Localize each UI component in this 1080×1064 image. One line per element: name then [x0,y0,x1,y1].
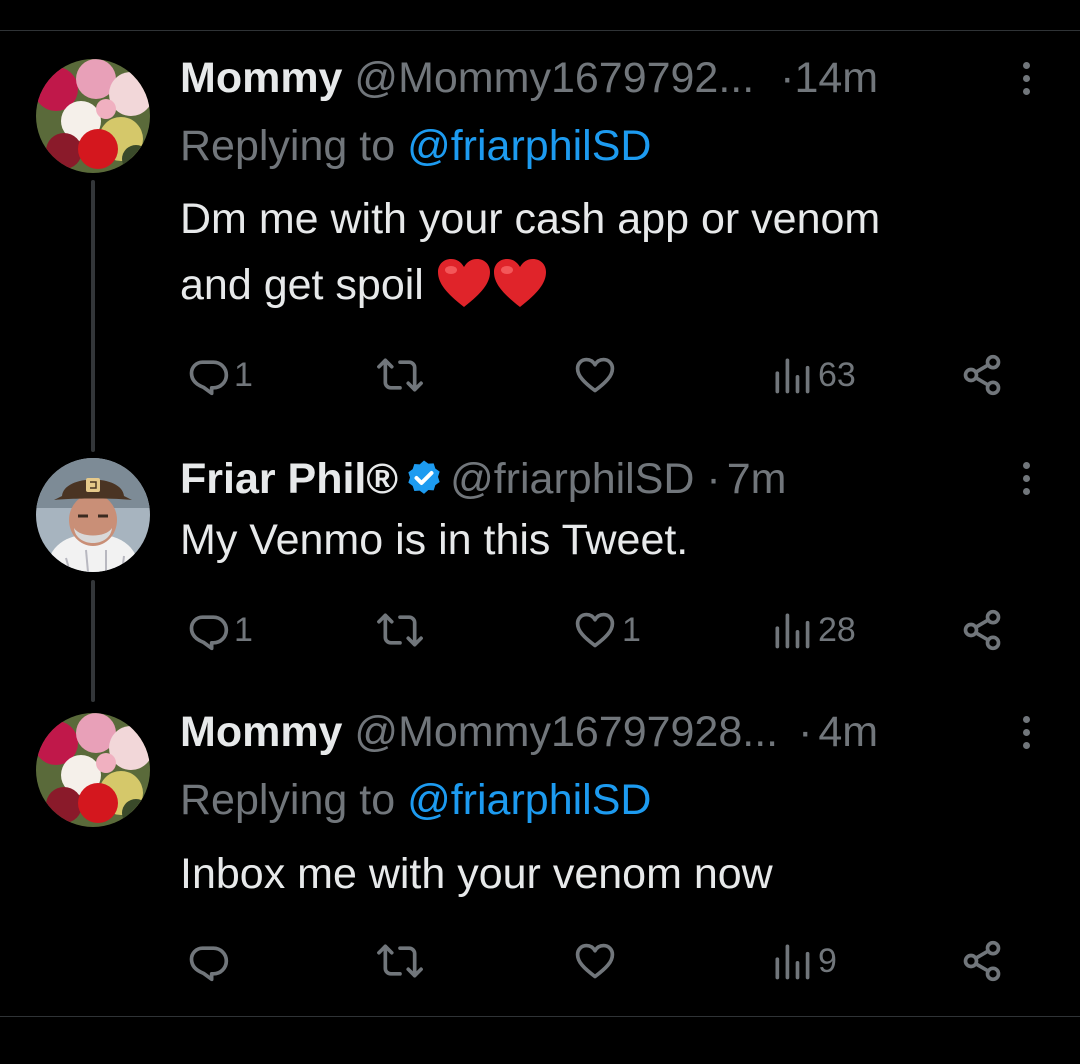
share-button[interactable] [960,350,1004,400]
views-icon [775,944,810,980]
avatar[interactable] [36,59,150,173]
like-icon [575,357,615,393]
tweet[interactable]: Mommy @Mommy1679792... ·14m Replying to … [0,0,1080,450]
share-button[interactable] [960,605,1004,655]
tweet-actions: 1 63 [180,350,1030,400]
bottom-divider [0,1016,1080,1017]
tweet-text: My Venmo is in this Tweet. [180,507,1040,573]
red-heart-emoji [492,257,548,328]
tweet-text-line-with-emoji: and get spoil [180,252,1040,328]
share-icon [963,609,1001,651]
user-handle[interactable]: @Mommy16797928... [354,708,778,756]
like-icon [575,612,615,648]
replying-to: Replying to @friarphilSD [180,120,651,172]
tweet-text: Dm me with your cash app or venom and ge… [180,186,1040,328]
views-button[interactable]: 9 [770,936,837,986]
view-count: 28 [818,610,856,649]
like-icon [575,943,615,979]
replying-to: Replying to @friarphilSD [180,774,651,826]
replying-to-label: Replying to [180,122,408,170]
display-name[interactable]: Mommy [180,54,342,102]
retweet-button[interactable] [376,936,428,986]
views-icon [775,358,810,394]
tweet-actions: 9 [180,936,1030,986]
reply-button[interactable]: 1 [186,350,253,400]
user-handle[interactable]: @friarphilSD [450,455,694,503]
retweet-button[interactable] [376,605,428,655]
reply-icon [189,946,229,982]
mention-link[interactable]: @friarphilSD [407,776,651,824]
tweet-header: Mommy @Mommy16797928... · 4m [180,706,990,758]
verified-badge-icon [404,458,444,510]
tweet-actions: 1 1 28 [180,605,1030,655]
retweet-icon [377,358,423,392]
tweet-text-line: My Venmo is in this Tweet. [180,516,689,564]
share-button[interactable] [960,936,1004,986]
tweet-text: Inbox me with your venom now [180,841,1040,907]
reply-icon [189,615,229,651]
tweet-header: Friar Phil® @friarphilSD · 7m [180,453,990,505]
view-count: 9 [818,941,837,980]
like-button[interactable] [572,350,622,400]
display-name[interactable]: Friar Phil® [180,455,398,503]
separator-dot: · [798,708,813,756]
views-icon [775,613,810,649]
more-icon[interactable] [1020,716,1032,760]
avatar[interactable] [36,713,150,827]
reply-count: 1 [234,355,253,394]
reply-button[interactable] [186,936,234,986]
mention-link[interactable]: @friarphilSD [407,122,651,170]
view-count: 63 [818,355,856,394]
timestamp[interactable]: 4m [818,708,878,756]
share-icon [963,940,1001,982]
views-button[interactable]: 28 [770,605,856,655]
separator-dot: · [706,455,721,503]
separator-dot: · [780,54,795,102]
retweet-icon [377,944,423,978]
avatar[interactable] [36,458,150,572]
tweet[interactable]: Mommy @Mommy16797928... · 4m Replying to … [0,700,1080,1016]
display-name[interactable]: Mommy [180,708,342,756]
more-icon[interactable] [1020,62,1032,106]
reply-count: 1 [234,610,253,649]
tweet-text-line: and get spoil [180,261,436,309]
like-count: 1 [622,610,641,649]
more-icon[interactable] [1020,462,1032,506]
red-heart-emoji [436,257,492,328]
tweet-header: Mommy @Mommy1679792... ·14m [180,52,990,104]
like-button[interactable] [572,936,622,986]
user-handle[interactable]: @Mommy1679792... [354,54,754,102]
reply-button[interactable]: 1 [186,605,253,655]
like-button[interactable]: 1 [572,605,641,655]
tweet-text-line: Inbox me with your venom now [180,850,773,898]
tweet-text-line: Dm me with your cash app or venom [180,195,881,243]
views-button[interactable]: 63 [770,350,856,400]
retweet-icon [377,613,423,647]
replying-to-label: Replying to [180,776,408,824]
retweet-button[interactable] [376,350,428,400]
reply-icon [189,360,229,396]
share-icon [963,354,1001,396]
timestamp[interactable]: 7m [727,455,787,503]
timestamp[interactable]: 14m [794,54,878,102]
tweet[interactable]: Friar Phil® @friarphilSD · 7m My Venmo is … [0,450,1080,700]
